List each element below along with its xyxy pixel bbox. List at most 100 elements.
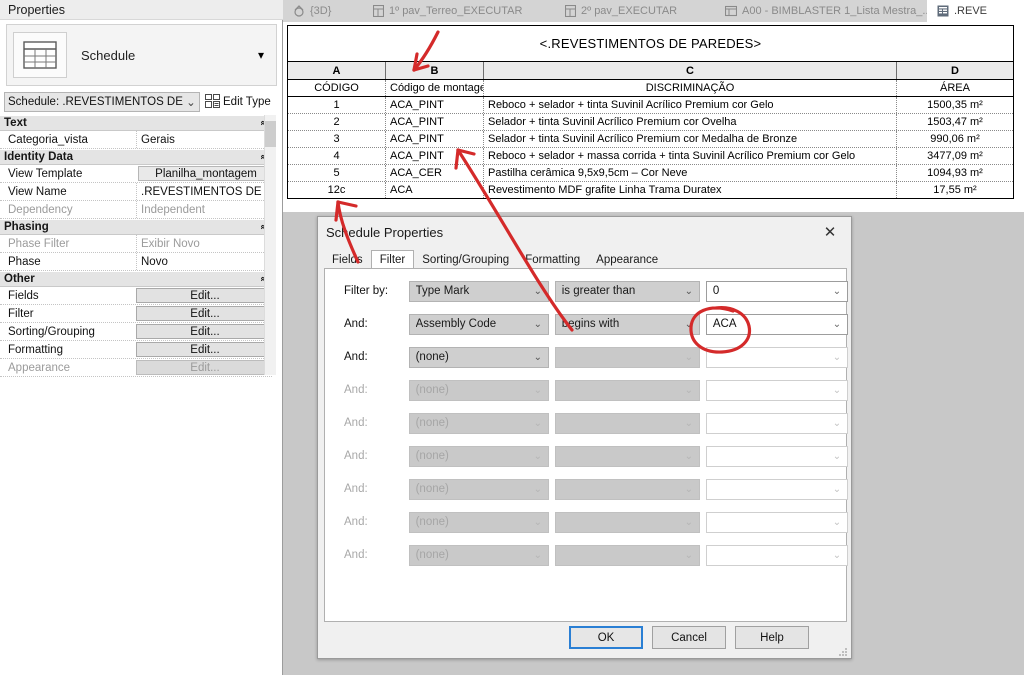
property-group-header[interactable]: Phasing« [0,219,272,235]
schedule-cell-area[interactable]: 1503,47 m² [897,114,1013,130]
schedule-column-letter[interactable]: B [386,62,484,79]
chevron-down-icon[interactable]: ⌄ [827,418,847,429]
property-value[interactable]: .REVESTIMENTOS DE P... [136,183,272,200]
chevron-down-icon[interactable]: ⌄ [827,352,847,363]
property-value[interactable]: Gerais [136,131,272,148]
filter-value-input[interactable]: ⌄ [705,412,848,434]
property-edit-button[interactable]: Edit... [136,288,270,303]
chevron-down-icon[interactable]: ⌄ [827,451,847,462]
filter-value-input[interactable]: ⌄ [705,511,848,533]
filter-value-input[interactable]: ⌄ [705,379,848,401]
schedule-cell-area[interactable]: 1094,93 m² [897,165,1013,181]
properties-scrollbar-thumb[interactable] [265,121,276,147]
table-row[interactable]: 2 ACA_PINT Selador + tinta Suvinil Acrílic… [288,114,1013,131]
filter-value-input[interactable]: 0 ⌄ [705,280,848,302]
schedule-properties-dialog: Schedule Properties ✕ Fields Filter Sortin… [317,216,852,659]
chevron-down-icon: ⌄ [684,549,694,561]
schedule-cell-montagem[interactable]: ACA_PINT [386,97,484,113]
schedule-cell-montagem[interactable]: ACA_CER [386,165,484,181]
schedule-column-letter[interactable]: A [288,62,386,79]
view-tab-label: {3D} [310,5,332,17]
table-row[interactable]: 1 ACA_PINT Reboco + selador + tinta Suvini… [288,97,1013,114]
schedule-cell-area[interactable]: 1500,35 m² [897,97,1013,113]
property-value[interactable]: Planilha_montagem [138,166,270,181]
property-key: Sorting/Grouping [8,325,95,338]
dialog-tab[interactable]: Fields [324,251,371,269]
filter-field-dropdown[interactable]: Assembly Code ⌄ [408,313,549,335]
filter-value-input[interactable]: ⌄ [705,544,848,566]
ok-button[interactable]: OK [569,626,643,649]
schedule-column-letter[interactable]: C [484,62,897,79]
chevron-down-icon[interactable]: ⌄ [827,286,847,297]
table-row[interactable]: 3 ACA_PINT Selador + tinta Suvinil Acrílic… [288,131,1013,148]
schedule-cell-codigo[interactable]: 1 [288,97,386,113]
filter-value-input[interactable]: ⌄ [705,478,848,500]
filter-operator-dropdown[interactable]: is greater than ⌄ [554,280,700,302]
schedule-cell-codigo[interactable]: 3 [288,131,386,147]
properties-grid: Text« Categoria_vista GeraisIdentity Data«… [0,115,272,377]
schedule-cell-montagem[interactable]: ACA_PINT [386,114,484,130]
view-tab[interactable]: 1º pav_Terreo_EXECUTAR [363,0,555,22]
chevron-down-icon[interactable]: ▾ [258,48,264,62]
cancel-button[interactable]: Cancel [652,626,726,649]
schedule-cell-area[interactable]: 3477,09 m² [897,148,1013,164]
property-edit-button[interactable]: Edit... [136,306,270,321]
type-selector[interactable]: Schedule ▾ [6,24,277,86]
schedule-cell-discriminacao[interactable]: Reboco + selador + tinta Suvinil Acrílic… [484,97,897,113]
filter-operator-dropdown[interactable]: begins with ⌄ [554,313,700,335]
schedule-combo[interactable]: Schedule: .REVESTIMENTOS DE PAF ⌄ [4,92,200,112]
filter-value-input[interactable]: ⌄ [705,346,848,368]
property-key: Filter [8,307,34,320]
schedule-cell-area[interactable]: 990,06 m² [897,131,1013,147]
schedule-column-letter[interactable]: D [897,62,1013,79]
dialog-tab[interactable]: Formatting [517,251,589,269]
filter-row-label: And: [344,318,368,330]
schedule-cell-discriminacao[interactable]: Selador + tinta Suvinil Acrílico Premium… [484,131,897,147]
schedule-cell-codigo[interactable]: 2 [288,114,386,130]
schedule-cell-discriminacao[interactable]: Reboco + selador + massa corrida + tinta… [484,148,897,164]
filter-field-dropdown[interactable]: (none) ⌄ [408,346,549,368]
dialog-tab[interactable]: Filter [370,250,415,269]
property-edit-button[interactable]: Edit... [136,342,270,357]
property-group-header[interactable]: Identity Data« [0,149,272,165]
table-row[interactable]: 5 ACA_CER Pastilha cerâmica 9,5x9,5cm – Co… [288,165,1013,182]
chevron-down-icon[interactable]: ⌄ [827,385,847,396]
view-tab[interactable]: .REVE [927,0,1024,22]
help-button[interactable]: Help [735,626,809,649]
close-icon[interactable]: ✕ [809,217,851,247]
schedule-cell-montagem[interactable]: ACA_PINT [386,148,484,164]
property-group-header[interactable]: Text« [0,115,272,131]
view-tab[interactable]: A00 - BIMBLASTER 1_Lista Mestra_... [715,0,932,22]
filter-field-dropdown[interactable]: Type Mark ⌄ [408,280,549,302]
dialog-tab[interactable]: Appearance [588,251,667,269]
schedule-cell-codigo[interactable]: 5 [288,165,386,181]
chevron-down-icon[interactable]: ⌄ [827,517,847,528]
filter-value-input[interactable]: ACA ⌄ [705,313,848,335]
property-edit-button[interactable]: Edit... [136,324,270,339]
table-row[interactable]: 4 ACA_PINT Reboco + selador + massa corrid… [288,148,1013,165]
view-tab[interactable]: {3D} [283,0,363,22]
properties-scrollbar[interactable] [264,115,276,375]
property-key: Categoria_vista [8,133,88,146]
schedule-cell-montagem[interactable]: ACA_PINT [386,131,484,147]
schedule-cell-montagem[interactable]: ACA [386,182,484,198]
schedule-cell-codigo[interactable]: 12c [288,182,386,198]
chevron-down-icon[interactable]: ⌄ [827,484,847,495]
schedule-cell-discriminacao[interactable]: Selador + tinta Suvinil Acrílico Premium… [484,114,897,130]
property-value[interactable]: Novo [136,253,272,270]
filter-value-input[interactable]: ⌄ [705,445,848,467]
dialog-tab[interactable]: Sorting/Grouping [414,251,518,269]
property-group-header[interactable]: Other« [0,271,272,287]
schedule-cell-area[interactable]: 17,55 m² [897,182,1013,198]
property-key: Formatting [8,343,63,356]
filter-row-label: And: [344,483,368,495]
table-row[interactable]: 12c ACA Revestimento MDF grafite Linha Tra… [288,182,1013,198]
resize-grip-icon[interactable] [838,646,848,656]
chevron-down-icon[interactable]: ⌄ [827,319,847,330]
view-tab[interactable]: 2º pav_EXECUTAR [555,0,715,22]
schedule-cell-discriminacao[interactable]: Revestimento MDF grafite Linha Trama Dur… [484,182,897,198]
chevron-down-icon[interactable]: ⌄ [827,550,847,561]
edit-type-button[interactable]: Edit Type [205,92,271,112]
schedule-cell-codigo[interactable]: 4 [288,148,386,164]
schedule-cell-discriminacao[interactable]: Pastilha cerâmica 9,5x9,5cm – Cor Neve [484,165,897,181]
